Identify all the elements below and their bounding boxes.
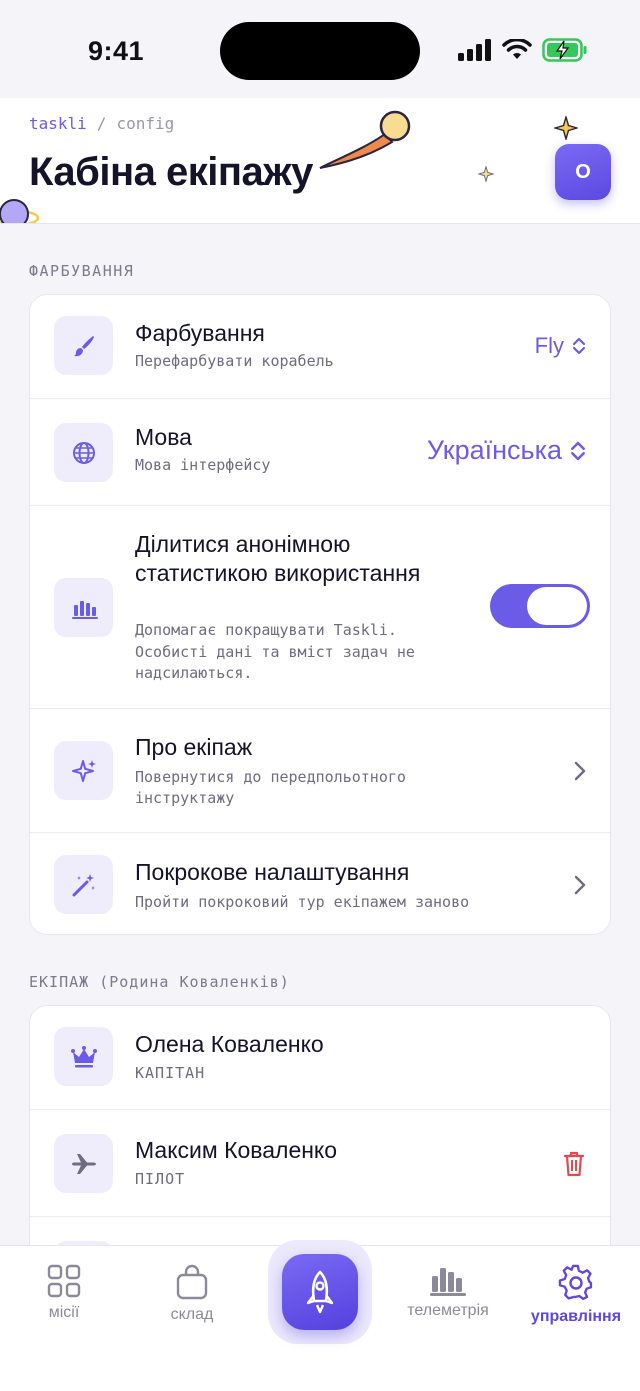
trash-icon[interactable]: [562, 1150, 586, 1178]
toggle-knob: [527, 587, 587, 625]
nav-control-label: управління: [530, 1308, 622, 1325]
share-stats-title: Ділитися анонімною статистикою використа…: [135, 531, 421, 586]
gear-icon: [558, 1264, 593, 1301]
crew-member-role: ПІЛОТ: [135, 1170, 186, 1188]
breadcrumb-current: config: [116, 114, 175, 133]
nav-telemetry[interactable]: телеметрія: [393, 1264, 503, 1320]
language-title: Мова: [135, 424, 192, 450]
share-stats-subtitle: Допомагає покращувати Taskli. Особисті д…: [135, 621, 415, 682]
settings-row-share-stats: Ділитися анонімною статистикою використа…: [30, 506, 610, 709]
settings-row-onboarding[interactable]: Покрокове налаштування Пройти покроковий…: [30, 833, 610, 934]
status-time: 9:41: [88, 36, 145, 66]
language-subtitle: Мова інтерфейсу: [135, 456, 271, 474]
onboarding-title: Покрокове налаштування: [135, 859, 410, 885]
painting-select[interactable]: Fly: [535, 333, 586, 359]
painting-title: Фарбування: [135, 320, 265, 346]
breadcrumb: taskli / config: [29, 114, 174, 133]
sparkle-decoration-icon: [554, 116, 578, 140]
crew-member-role: КАПІТАН: [135, 1064, 206, 1082]
bar-chart-icon: [430, 1268, 466, 1296]
breadcrumb-separator: /: [96, 114, 107, 133]
crew-member-name: Олена Коваленко: [135, 1031, 324, 1057]
profile-avatar-button[interactable]: О: [555, 144, 611, 200]
status-bar: 9:41: [0, 0, 640, 98]
rocket-icon: [282, 1254, 358, 1330]
cellular-signal-icon: [458, 39, 491, 61]
globe-icon: [54, 423, 113, 482]
planet-decoration-icon: [0, 199, 40, 223]
wifi-icon: [502, 39, 532, 59]
nav-storage-label: склад: [170, 1306, 214, 1323]
sparkles-icon: [54, 741, 113, 800]
chevron-up-down-icon: [572, 337, 586, 355]
comet-decoration-icon: [319, 110, 411, 169]
page-header: taskli / config Кабіна екіпажу О: [0, 98, 640, 224]
nav-launch-button[interactable]: [268, 1240, 372, 1344]
crew-member-row[interactable]: Олена Коваленко КАПІТАН: [30, 1006, 610, 1110]
chevron-right-icon: [574, 875, 586, 895]
dynamic-island: [220, 22, 420, 80]
plane-icon: [54, 1134, 113, 1193]
settings-row-painting[interactable]: Фарбування Перефарбувати корабель Fly: [30, 295, 610, 399]
nav-missions-label: місії: [48, 1304, 80, 1321]
bar-chart-icon: [54, 578, 113, 637]
settings-card: Фарбування Перефарбувати корабель Fly Мо…: [29, 294, 611, 935]
section-label-painting: ФАРБУВАННЯ: [29, 262, 135, 280]
painting-value: Fly: [534, 333, 564, 358]
crew-member-row[interactable]: Максим Коваленко ПІЛОТ: [30, 1110, 610, 1217]
battery-charging-icon: [542, 38, 587, 62]
bag-icon: [176, 1264, 208, 1300]
settings-row-language[interactable]: Мова Мова інтерфейсу Українська: [30, 399, 610, 506]
about-crew-subtitle: Повернутися до передпольотного інструкта…: [135, 768, 406, 807]
painting-subtitle: Перефарбувати корабель: [135, 352, 334, 370]
status-icons: [458, 38, 588, 62]
paintbrush-icon: [54, 316, 113, 375]
breadcrumb-brand-link[interactable]: taskli: [29, 114, 87, 133]
language-select[interactable]: Українська: [427, 435, 586, 466]
settings-row-about-crew[interactable]: Про екіпаж Повернутися до передпольотног…: [30, 709, 610, 833]
chevron-up-down-icon: [571, 441, 585, 460]
section-label-crew: ЕКІПАЖ (Родина Коваленків): [29, 973, 290, 991]
share-stats-toggle[interactable]: [490, 584, 590, 628]
nav-missions[interactable]: місії: [9, 1264, 119, 1322]
bottom-nav: місії склад телеметрія управління: [0, 1240, 640, 1391]
language-value: Українська: [426, 435, 562, 465]
page-title: Кабіна екіпажу: [29, 150, 313, 194]
nav-storage[interactable]: склад: [137, 1264, 247, 1324]
nav-telemetry-label: телеметрія: [407, 1302, 489, 1319]
crew-member-name: Максим Коваленко: [135, 1137, 338, 1163]
magic-wand-icon: [54, 855, 113, 914]
crown-icon: [54, 1027, 113, 1086]
onboarding-subtitle: Пройти покроковий тур екіпажем заново: [135, 893, 470, 911]
grid-icon: [47, 1264, 81, 1298]
about-crew-title: Про екіпаж: [135, 734, 253, 760]
small-sparkle-decoration-icon: [478, 166, 494, 182]
nav-control[interactable]: управління: [521, 1264, 631, 1326]
chevron-right-icon: [574, 761, 586, 781]
